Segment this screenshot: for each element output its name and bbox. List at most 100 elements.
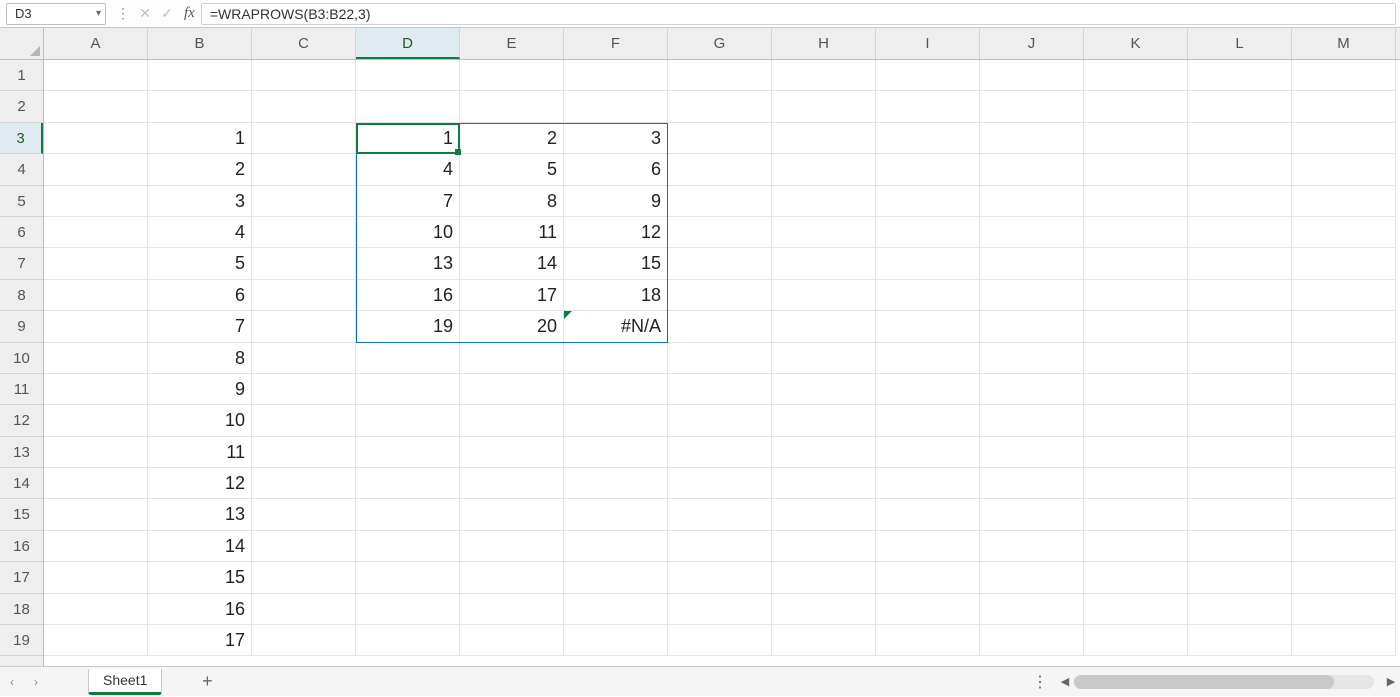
row-header-16[interactable]: 16 — [0, 531, 43, 562]
cell-B19[interactable]: 17 — [148, 625, 252, 656]
cell-C1[interactable] — [252, 60, 356, 91]
cell-F14[interactable] — [564, 468, 668, 499]
cell-H9[interactable] — [772, 311, 876, 342]
cell-A18[interactable] — [44, 594, 148, 625]
cell-D3[interactable]: 1 — [356, 123, 460, 154]
cell-M16[interactable] — [1292, 531, 1396, 562]
cell-D18[interactable] — [356, 594, 460, 625]
cell-I4[interactable] — [876, 154, 980, 185]
cell-E17[interactable] — [460, 562, 564, 593]
cell-F12[interactable] — [564, 405, 668, 436]
cell-L7[interactable] — [1188, 248, 1292, 279]
formula-input[interactable]: =WRAPROWS(B3:B22,3) — [201, 3, 1396, 25]
cell-E1[interactable] — [460, 60, 564, 91]
cell-K8[interactable] — [1084, 280, 1188, 311]
cell-B12[interactable]: 10 — [148, 405, 252, 436]
cell-G19[interactable] — [668, 625, 772, 656]
cell-C3[interactable] — [252, 123, 356, 154]
cell-B4[interactable]: 2 — [148, 154, 252, 185]
cell-F15[interactable] — [564, 499, 668, 530]
cell-F13[interactable] — [564, 437, 668, 468]
cell-K3[interactable] — [1084, 123, 1188, 154]
cell-C2[interactable] — [252, 91, 356, 122]
cell-C6[interactable] — [252, 217, 356, 248]
cell-M2[interactable] — [1292, 91, 1396, 122]
cell-F8[interactable]: 18 — [564, 280, 668, 311]
cell-F6[interactable]: 12 — [564, 217, 668, 248]
row-header-14[interactable]: 14 — [0, 468, 43, 499]
cell-B9[interactable]: 7 — [148, 311, 252, 342]
cell-E18[interactable] — [460, 594, 564, 625]
tab-nav-prev-icon[interactable]: ‹ — [0, 667, 24, 697]
cell-C17[interactable] — [252, 562, 356, 593]
cell-K17[interactable] — [1084, 562, 1188, 593]
cell-D10[interactable] — [356, 343, 460, 374]
cell-K13[interactable] — [1084, 437, 1188, 468]
cell-M17[interactable] — [1292, 562, 1396, 593]
cell-K5[interactable] — [1084, 186, 1188, 217]
select-all-corner[interactable] — [0, 28, 44, 60]
cell-L4[interactable] — [1188, 154, 1292, 185]
cell-B5[interactable]: 3 — [148, 186, 252, 217]
cell-G12[interactable] — [668, 405, 772, 436]
cell-D14[interactable] — [356, 468, 460, 499]
cell-G16[interactable] — [668, 531, 772, 562]
cell-M3[interactable] — [1292, 123, 1396, 154]
cell-E3[interactable]: 2 — [460, 123, 564, 154]
enter-formula-icon[interactable]: ✓ — [156, 3, 178, 25]
cell-A14[interactable] — [44, 468, 148, 499]
cell-A2[interactable] — [44, 91, 148, 122]
column-header-I[interactable]: I — [876, 28, 980, 59]
scrollbar-thumb[interactable] — [1074, 675, 1334, 689]
cell-G13[interactable] — [668, 437, 772, 468]
cell-I16[interactable] — [876, 531, 980, 562]
cell-F4[interactable]: 6 — [564, 154, 668, 185]
cell-G11[interactable] — [668, 374, 772, 405]
cell-J5[interactable] — [980, 186, 1084, 217]
column-header-L[interactable]: L — [1188, 28, 1292, 59]
cell-D4[interactable]: 4 — [356, 154, 460, 185]
cell-I9[interactable] — [876, 311, 980, 342]
row-header-2[interactable]: 2 — [0, 91, 43, 122]
cell-B15[interactable]: 13 — [148, 499, 252, 530]
cell-L11[interactable] — [1188, 374, 1292, 405]
cell-H8[interactable] — [772, 280, 876, 311]
cell-D19[interactable] — [356, 625, 460, 656]
column-header-E[interactable]: E — [460, 28, 564, 59]
cell-M15[interactable] — [1292, 499, 1396, 530]
cell-D17[interactable] — [356, 562, 460, 593]
row-header-7[interactable]: 7 — [0, 248, 43, 279]
cell-I1[interactable] — [876, 60, 980, 91]
cell-J13[interactable] — [980, 437, 1084, 468]
cell-B3[interactable]: 1 — [148, 123, 252, 154]
cell-J10[interactable] — [980, 343, 1084, 374]
cell-C8[interactable] — [252, 280, 356, 311]
column-header-A[interactable]: A — [44, 28, 148, 59]
column-header-C[interactable]: C — [252, 28, 356, 59]
horizontal-scrollbar[interactable] — [1074, 675, 1374, 689]
cell-H6[interactable] — [772, 217, 876, 248]
cell-M9[interactable] — [1292, 311, 1396, 342]
cell-M18[interactable] — [1292, 594, 1396, 625]
cell-F3[interactable]: 3 — [564, 123, 668, 154]
row-header-9[interactable]: 9 — [0, 311, 43, 342]
cell-E6[interactable]: 11 — [460, 217, 564, 248]
hscroll-right-icon[interactable]: ▶ — [1382, 673, 1400, 691]
cell-M12[interactable] — [1292, 405, 1396, 436]
cell-K6[interactable] — [1084, 217, 1188, 248]
cell-H14[interactable] — [772, 468, 876, 499]
cell-F2[interactable] — [564, 91, 668, 122]
cell-G5[interactable] — [668, 186, 772, 217]
column-header-J[interactable]: J — [980, 28, 1084, 59]
cell-M10[interactable] — [1292, 343, 1396, 374]
cell-I13[interactable] — [876, 437, 980, 468]
cell-I15[interactable] — [876, 499, 980, 530]
cell-L15[interactable] — [1188, 499, 1292, 530]
cell-D8[interactable]: 16 — [356, 280, 460, 311]
cell-G17[interactable] — [668, 562, 772, 593]
cell-A4[interactable] — [44, 154, 148, 185]
cell-G6[interactable] — [668, 217, 772, 248]
row-header-8[interactable]: 8 — [0, 280, 43, 311]
cell-D9[interactable]: 19 — [356, 311, 460, 342]
cell-I10[interactable] — [876, 343, 980, 374]
